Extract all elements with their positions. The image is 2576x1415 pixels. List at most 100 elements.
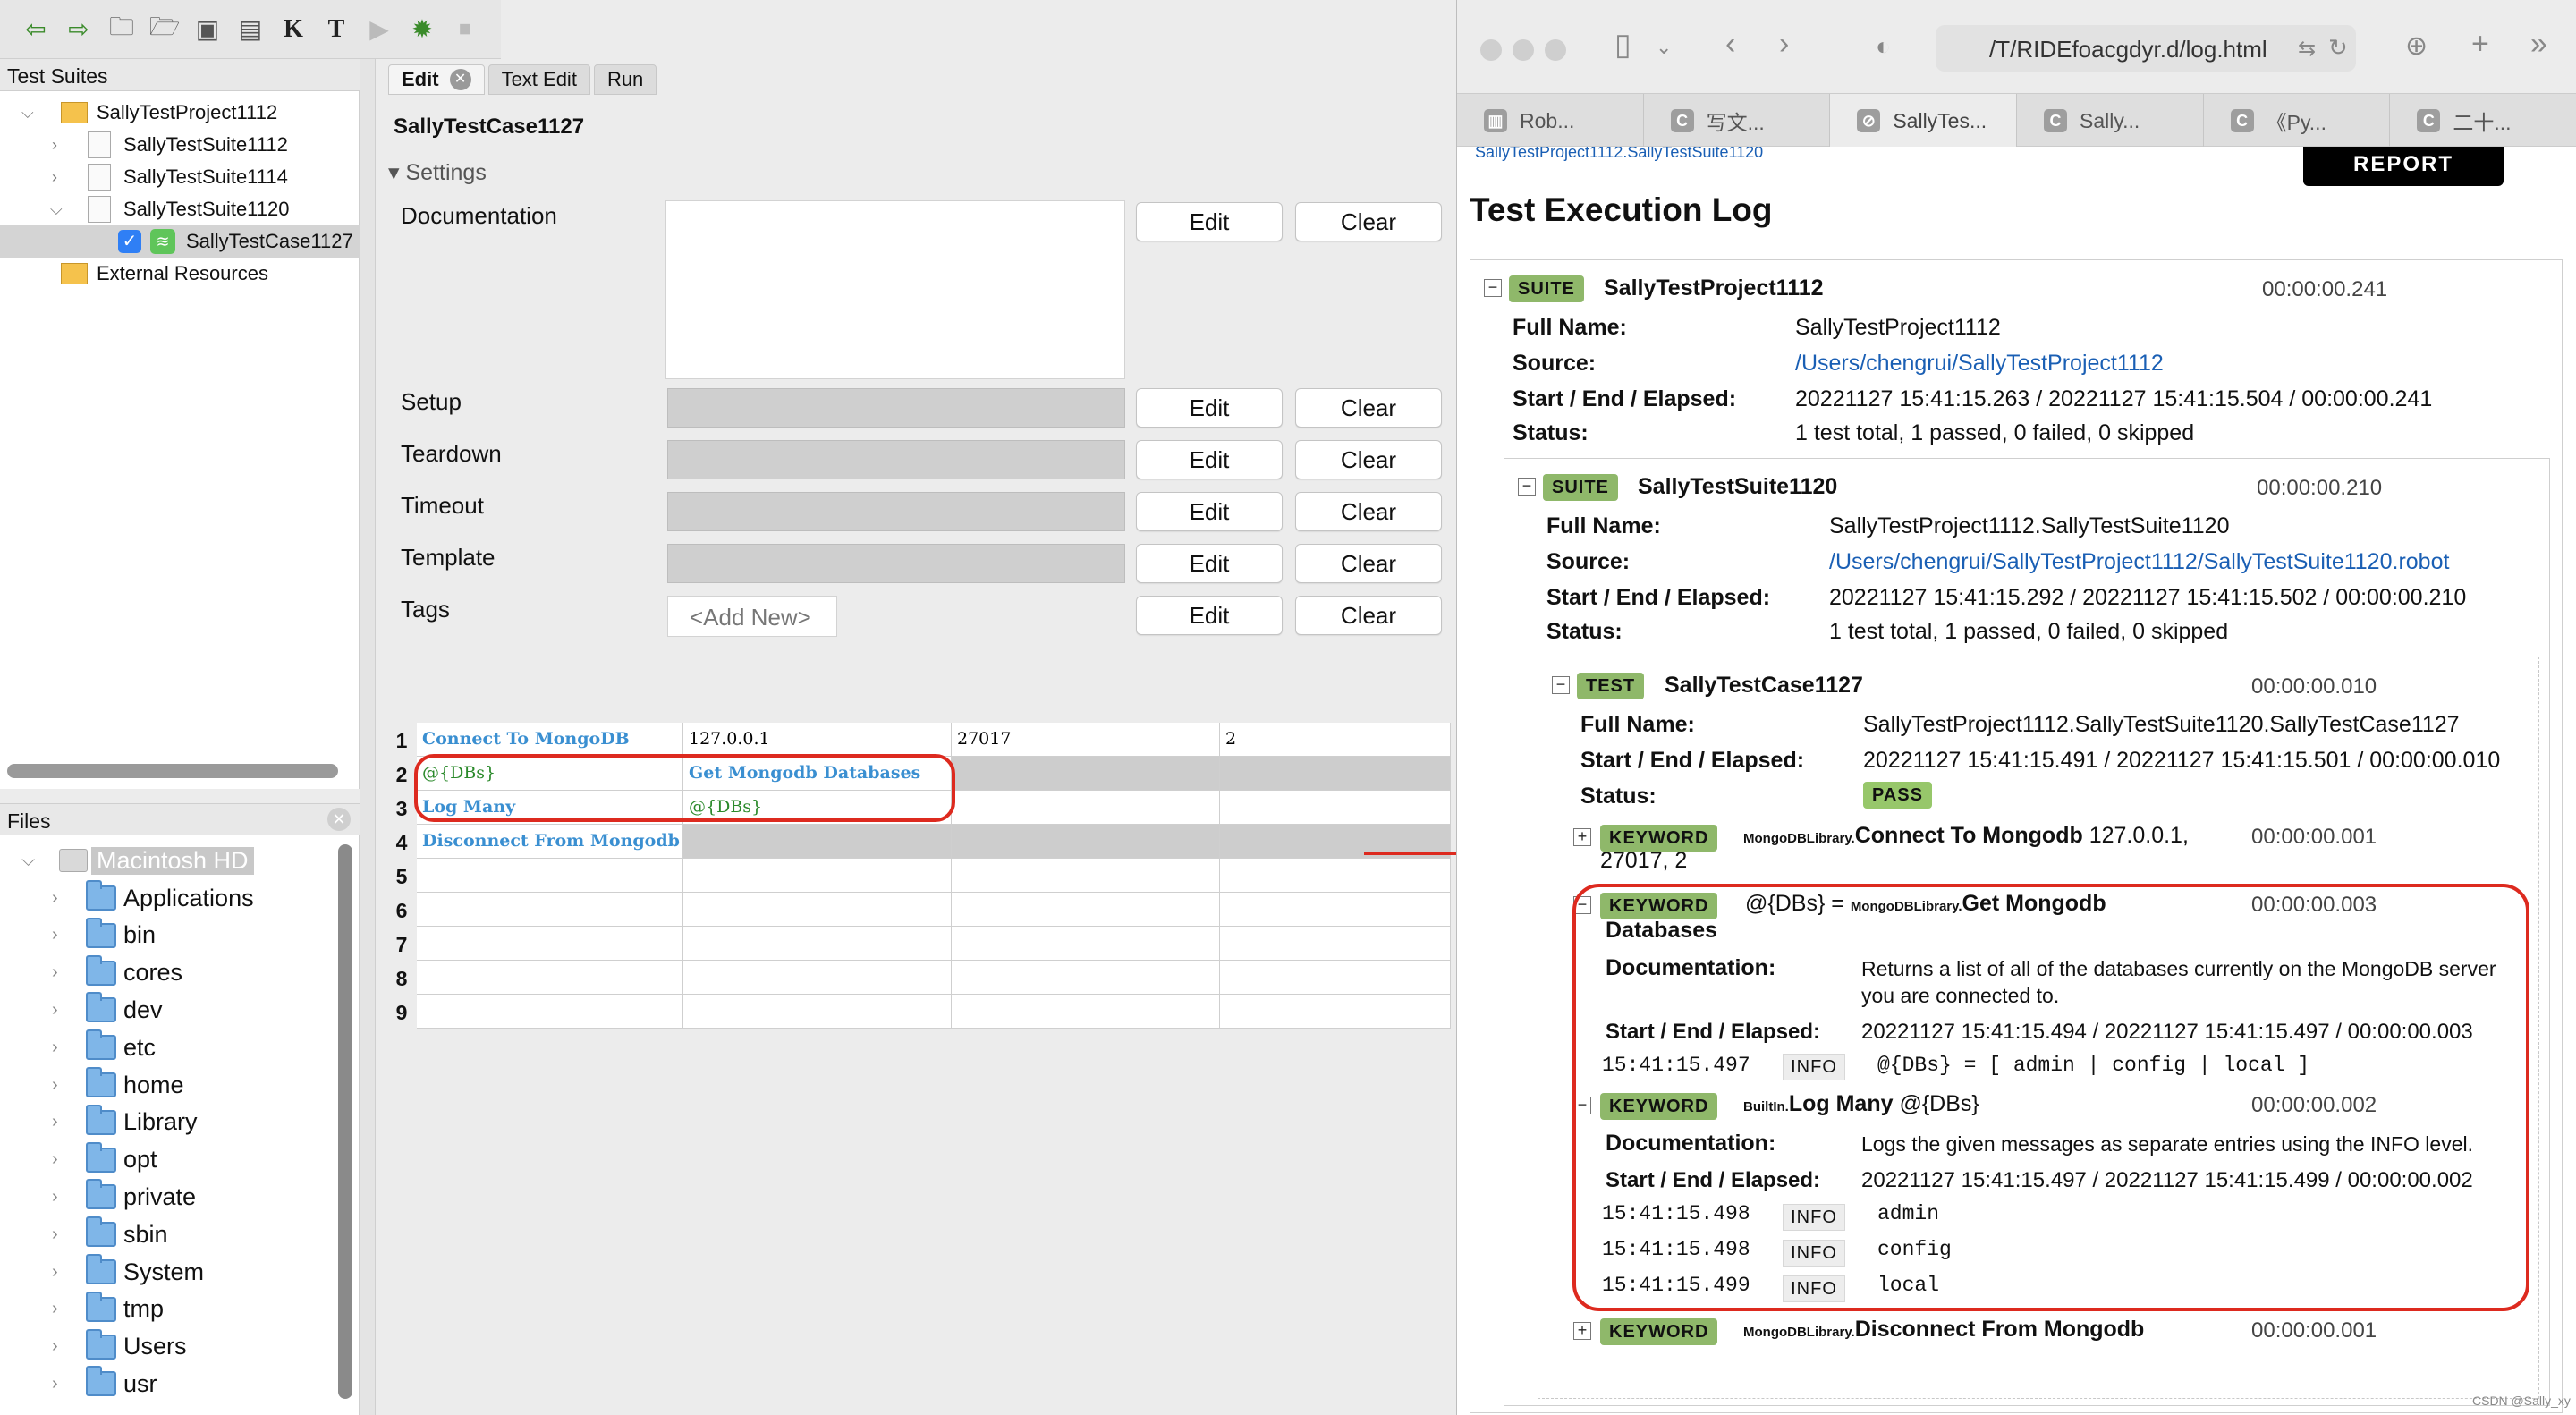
chevron-down-icon[interactable]: ⌵	[21, 104, 34, 123]
file-item[interactable]: › bin	[0, 917, 340, 953]
open-folder-icon[interactable]: 🗀	[104, 12, 140, 47]
grid-cell[interactable]	[1220, 757, 1451, 791]
chevron-right-icon[interactable]: ›	[52, 962, 58, 983]
horizontal-scrollbar[interactable]	[7, 764, 338, 778]
reload-icon[interactable]: ↻	[2328, 34, 2348, 62]
shield-icon[interactable]: ◐	[1876, 32, 1891, 61]
chevron-right-icon[interactable]: ›	[52, 136, 57, 155]
debug-bug-icon[interactable]: ✹	[404, 12, 440, 47]
text-format-icon[interactable]: T	[318, 12, 354, 47]
collapse-icon[interactable]: −	[1484, 279, 1502, 297]
file-item[interactable]: › Applications	[0, 880, 340, 916]
edit-button[interactable]: Edit	[1136, 202, 1283, 241]
grid-cell[interactable]	[1220, 995, 1451, 1029]
chevron-right-icon[interactable]: ›	[52, 888, 58, 909]
file-item[interactable]: › opt	[0, 1141, 340, 1178]
grid-cell[interactable]	[417, 927, 683, 961]
edit-button[interactable]: Edit	[1136, 492, 1283, 531]
chevron-right-icon[interactable]: ›	[52, 1336, 58, 1357]
settings-toggle[interactable]: ▾ Settings	[388, 159, 487, 186]
forward-icon[interactable]: ›	[1779, 27, 1789, 62]
add-tag-input[interactable]: <Add New>	[667, 596, 837, 637]
grid-cell[interactable]	[683, 961, 952, 995]
grid-cell[interactable]	[952, 859, 1220, 893]
tree-item-suite[interactable]: ⌵ SallyTestSuite1120	[0, 193, 360, 225]
grid-cell[interactable]	[1220, 859, 1451, 893]
grid-cell[interactable]	[952, 961, 1220, 995]
new-tab-icon[interactable]: +	[2471, 27, 2489, 62]
chevron-right-icon[interactable]: ›	[52, 1075, 58, 1096]
grid-cell[interactable]: Disconnect From Mongodb	[417, 825, 683, 859]
grid-cell[interactable]: Connect To MongoDB	[417, 723, 683, 757]
tab-overview-icon[interactable]: »	[2530, 27, 2547, 62]
chevron-right-icon[interactable]: ›	[52, 925, 58, 945]
edit-button[interactable]: Edit	[1136, 388, 1283, 428]
file-item[interactable]: › cores	[0, 954, 340, 991]
save-all-icon[interactable]: ▤	[233, 12, 268, 47]
source-link[interactable]: /Users/chengrui/SallyTestProject1112	[1795, 351, 2164, 377]
grid-cell[interactable]: 127.0.0.1	[683, 723, 952, 757]
expand-icon[interactable]: +	[1573, 1322, 1591, 1340]
vertical-scrollbar[interactable]	[338, 844, 352, 1399]
breadcrumb-link[interactable]: SallyTestProject1112.SallyTestSuite1120	[1475, 147, 1763, 162]
chevron-right-icon[interactable]: ›	[52, 1374, 58, 1394]
tab-edit[interactable]: Edit ✕	[388, 64, 485, 95]
grid-cell[interactable]	[952, 757, 1220, 791]
file-item[interactable]: › Library	[0, 1104, 340, 1140]
file-item[interactable]: › dev	[0, 992, 340, 1028]
splitter[interactable]	[360, 59, 376, 1415]
grid-cell[interactable]	[683, 825, 952, 859]
browser-tab[interactable]: ▥ Rob...	[1457, 94, 1644, 148]
back-arrow-icon[interactable]: ⇦	[18, 12, 54, 47]
edit-button[interactable]: Edit	[1136, 596, 1283, 635]
grid-cell[interactable]: 2	[1220, 723, 1451, 757]
browser-tab[interactable]: ⊘ SallyTes...	[1830, 94, 2017, 148]
grid-cell[interactable]	[1220, 927, 1451, 961]
translate-icon[interactable]: ⇆	[2298, 36, 2316, 62]
back-icon[interactable]: ‹	[1725, 27, 1735, 62]
clear-button[interactable]: Clear	[1295, 388, 1442, 428]
clear-button[interactable]: Clear	[1295, 202, 1442, 241]
file-item[interactable]: › usr	[0, 1366, 340, 1402]
documentation-field[interactable]	[665, 200, 1125, 379]
chevron-right-icon[interactable]: ›	[52, 1224, 58, 1245]
grid-cell[interactable]	[683, 859, 952, 893]
edit-button[interactable]: Edit	[1136, 544, 1283, 583]
clear-button[interactable]: Clear	[1295, 596, 1442, 635]
grid-cell[interactable]	[1220, 961, 1451, 995]
chevron-down-icon[interactable]: ⌵	[50, 200, 63, 219]
collapse-icon[interactable]: −	[1518, 478, 1536, 496]
browser-tab[interactable]: C 《Py...	[2204, 94, 2391, 148]
source-link[interactable]: /Users/chengrui/SallyTestProject1112/Sal…	[1829, 549, 2449, 575]
sidebar-icon[interactable]: ▯	[1614, 27, 1631, 63]
file-item[interactable]: › Users	[0, 1328, 340, 1365]
close-icon[interactable]: ✕	[449, 69, 471, 90]
url-bar[interactable]: /T/RIDEfoacgdyr.d/log.html	[1936, 25, 2356, 72]
grid-cell[interactable]	[1220, 893, 1451, 927]
chevron-right-icon[interactable]: ›	[52, 1262, 58, 1283]
minimize-window-button[interactable]	[1513, 39, 1534, 61]
expand-icon[interactable]: +	[1573, 828, 1591, 846]
file-item[interactable]: › etc	[0, 1029, 340, 1065]
grid-cell[interactable]	[1220, 791, 1451, 825]
file-item[interactable]: › home	[0, 1067, 340, 1103]
close-icon[interactable]: ✕	[327, 808, 351, 831]
keyword-search-icon[interactable]: K	[275, 12, 311, 47]
grid-cell[interactable]	[952, 995, 1220, 1029]
grid-cell[interactable]	[417, 893, 683, 927]
grid-cell[interactable]	[952, 927, 1220, 961]
grid-cell[interactable]	[417, 995, 683, 1029]
chevron-right-icon[interactable]: ›	[52, 1112, 58, 1132]
tab-text-edit[interactable]: Text Edit	[487, 64, 590, 95]
file-root[interactable]: ⌵ Macintosh HD	[0, 843, 268, 878]
chevron-down-icon[interactable]: ⌵	[21, 851, 35, 871]
chevron-right-icon[interactable]: ›	[52, 168, 57, 187]
download-icon[interactable]: ⊕	[2405, 30, 2428, 62]
clear-button[interactable]: Clear	[1295, 492, 1442, 531]
timeout-field[interactable]	[667, 492, 1125, 531]
zoom-window-button[interactable]	[1545, 39, 1566, 61]
teardown-field[interactable]	[667, 440, 1125, 479]
edit-button[interactable]: Edit	[1136, 440, 1283, 479]
browser-tab[interactable]: C 二十...	[2390, 94, 2576, 148]
grid-cell[interactable]	[952, 893, 1220, 927]
